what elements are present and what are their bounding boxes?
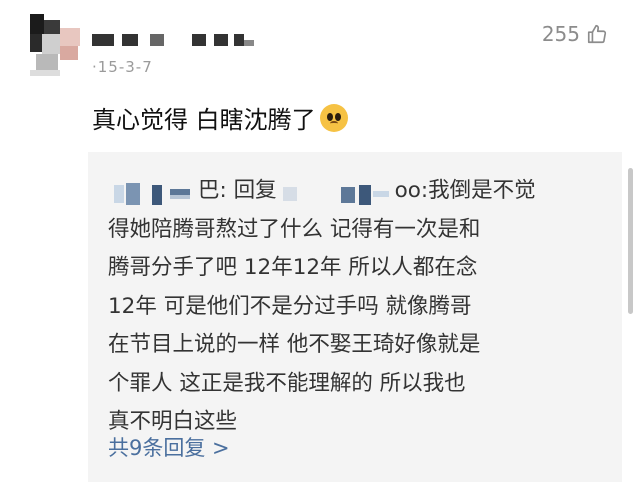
like-count: 255	[541, 22, 580, 46]
comment-timestamp: ·15-3-7	[92, 58, 153, 76]
reply-thread[interactable]: 巴: 回复 oo:我倒是不觉 得她陪腾哥熬过了什么 记得有一次是和 腾哥分手了吧…	[88, 152, 622, 482]
reply-line: 我倒是不觉	[428, 178, 536, 203]
reply-author-redacted[interactable]	[108, 180, 198, 205]
pleading-face-icon	[319, 103, 348, 132]
reply-line: 在节目上说的一样 他不娶王琦好像就是	[108, 332, 481, 357]
reply-to-redacted[interactable]	[277, 180, 395, 205]
reply-to-suffix: oo:	[394, 178, 429, 203]
scrollbar[interactable]	[628, 168, 633, 314]
reply-author-suffix: 巴: 回复	[198, 178, 277, 203]
view-all-replies-link[interactable]: 共9条回复 >	[108, 432, 230, 462]
comment-text: 真心觉得 白瞎沈腾了	[92, 106, 316, 134]
reply-line: 得她陪腾哥熬过了什么 记得有一次是和	[108, 216, 481, 242]
reply-line: 个罪人 这正是我不能理解的 所以我也	[108, 370, 466, 396]
reply-line: 腾哥分手了吧 12年12年 所以人都在念	[108, 255, 478, 280]
thumbs-up-icon	[586, 23, 608, 45]
reply-item: 巴: 回复 oo:我倒是不觉 得她陪腾哥熬过了什么 记得有一次是和 腾哥分手了吧…	[108, 172, 588, 442]
comment-body: 真心觉得 白瞎沈腾了	[92, 100, 348, 135]
avatar[interactable]	[30, 14, 84, 76]
reply-line: 12年 可是他们不是分过手吗 就像腾哥	[108, 293, 472, 319]
like-button[interactable]: 255	[542, 22, 608, 46]
